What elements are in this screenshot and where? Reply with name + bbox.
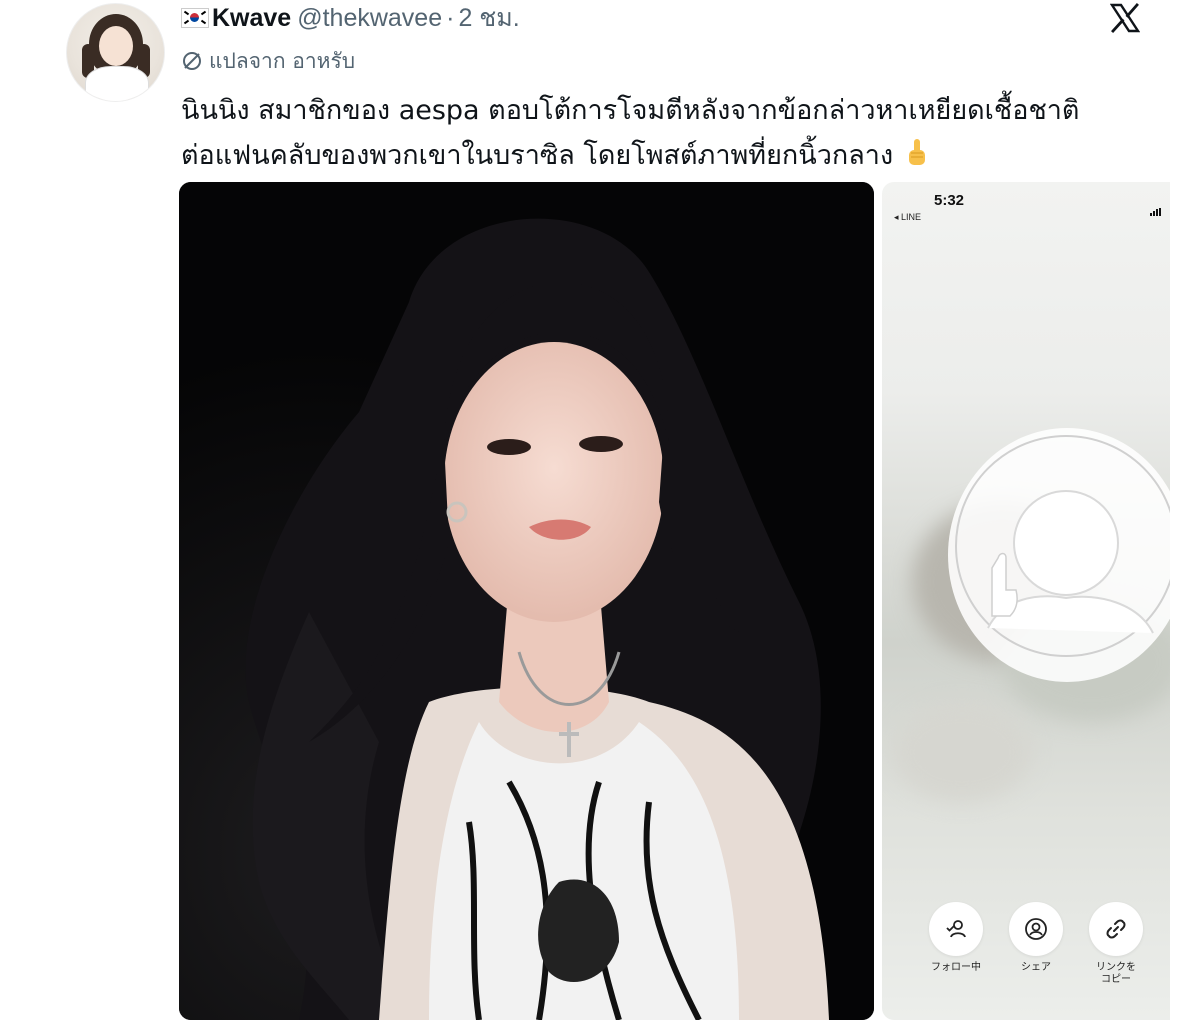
tweet-timestamp[interactable]: 2 ชม.: [458, 0, 519, 38]
tweet-photo-2[interactable]: 5:32 ◂ LINE フォロー中 シェア リンクを コピー: [882, 182, 1170, 1020]
phone-status-time: 5:32: [934, 192, 965, 209]
separator-dot: ·: [446, 3, 455, 32]
signal-icon: [1150, 208, 1161, 216]
south-korea-flag-icon: [181, 8, 209, 28]
following-label: フォロー中: [931, 962, 981, 973]
author-handle[interactable]: @thekwavee: [297, 4, 442, 33]
following-action[interactable]: フォロー中: [916, 902, 996, 974]
x-logo-icon[interactable]: [1110, 3, 1140, 33]
tweet-text: นินนิง สมาชิกของ aespa ตอบโต้การโจมตีหลั…: [181, 88, 1181, 178]
tweet-text-line-1: นินนิง สมาชิกของ aespa ตอบโต้การโจมตีหลั…: [181, 95, 1080, 126]
share-person-icon: [1025, 918, 1047, 940]
copy-link-label: リンクを コピー: [1096, 962, 1136, 985]
share-label: シェア: [1021, 962, 1051, 973]
tweet-text-line-2: ต่อแฟนคลับของพวกเขาในบราซิล โดยโพสต์ภาพท…: [181, 140, 894, 171]
tweet-header: Kwave @thekwavee · 2 ชม.: [181, 0, 520, 36]
tweet-photo-1[interactable]: [179, 182, 874, 1020]
back-to-line-label[interactable]: ◂ LINE: [894, 212, 921, 223]
translate-globe-icon: [183, 52, 201, 70]
profile-picture: [948, 428, 1170, 682]
middle-finger-emoji-icon: [906, 137, 928, 167]
share-action[interactable]: シェア: [996, 902, 1076, 974]
author-display-name[interactable]: Kwave: [212, 4, 291, 33]
link-icon: [1106, 919, 1126, 939]
translate-label-text: แปลจาก อาหรับ: [209, 48, 356, 73]
author-avatar[interactable]: [66, 3, 165, 102]
translated-from-label[interactable]: แปลจาก อาหรับ: [181, 46, 355, 76]
copy-link-action[interactable]: リンクを コピー: [1076, 902, 1156, 986]
following-user-icon: [946, 920, 966, 938]
